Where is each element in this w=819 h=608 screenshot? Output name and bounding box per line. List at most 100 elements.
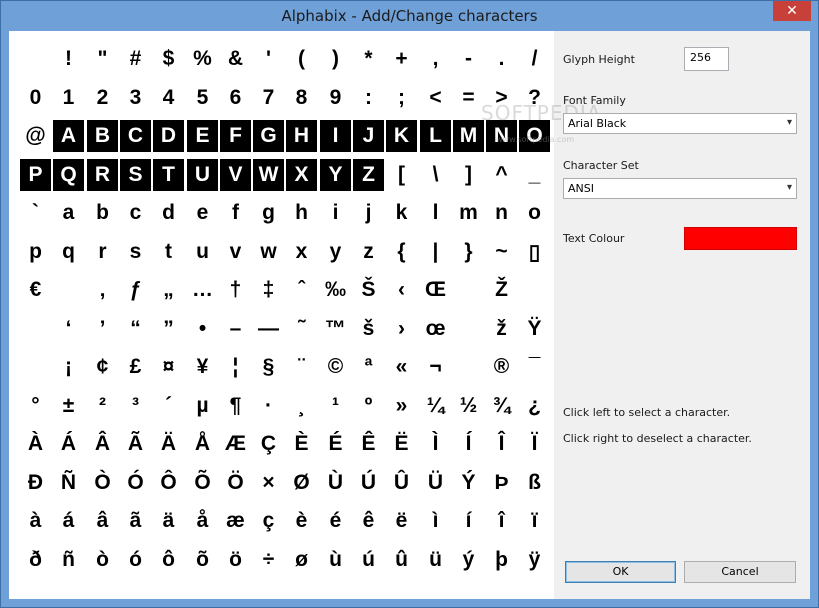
glyph-cell[interactable]: 8 <box>286 82 317 114</box>
font-family-select[interactable]: Arial Black ▾ <box>563 113 797 134</box>
glyph-cell[interactable]: _ <box>519 159 550 191</box>
glyph-cell[interactable]: K <box>386 120 417 152</box>
glyph-cell[interactable]: Æ <box>220 428 251 460</box>
glyph-cell[interactable]: | <box>420 236 451 268</box>
glyph-cell[interactable]: @ <box>20 120 51 152</box>
glyph-cell[interactable]: ' <box>253 43 284 75</box>
glyph-cell[interactable]: Ò <box>87 467 118 499</box>
glyph-cell[interactable]: ‰ <box>320 274 351 306</box>
glyph-cell[interactable]: 6 <box>220 82 251 114</box>
glyph-cell[interactable] <box>20 313 51 345</box>
glyph-cell[interactable]: 1 <box>53 82 84 114</box>
glyph-cell[interactable]: z <box>353 236 384 268</box>
glyph-cell[interactable]: ÿ <box>519 544 550 576</box>
glyph-cell[interactable]: € <box>20 274 51 306</box>
glyph-cell[interactable]: í <box>453 505 484 537</box>
glyph-cell[interactable]: Ù <box>320 467 351 499</box>
glyph-cell[interactable]: » <box>386 390 417 422</box>
glyph-cell[interactable]: \ <box>420 159 451 191</box>
glyph-cell[interactable]: U <box>187 159 218 191</box>
glyph-cell[interactable]: ] <box>453 159 484 191</box>
glyph-cell[interactable]: · <box>253 390 284 422</box>
ok-button[interactable]: OK <box>565 561 676 583</box>
glyph-cell[interactable]: À <box>20 428 51 460</box>
glyph-cell[interactable]: ¾ <box>486 390 517 422</box>
glyph-cell[interactable]: h <box>286 197 317 229</box>
glyph-cell[interactable]: 7 <box>253 82 284 114</box>
glyph-cell[interactable]: ó <box>120 544 151 576</box>
glyph-cell[interactable]: j <box>353 197 384 229</box>
glyph-cell[interactable]: o <box>519 197 550 229</box>
glyph-cell[interactable]: : <box>353 82 384 114</box>
glyph-cell[interactable]: Ì <box>420 428 451 460</box>
glyph-cell[interactable]: Í <box>453 428 484 460</box>
glyph-cell[interactable]: E <box>187 120 218 152</box>
glyph-cell[interactable]: B <box>87 120 118 152</box>
glyph-cell[interactable]: ÷ <box>253 544 284 576</box>
glyph-cell[interactable]: ý <box>453 544 484 576</box>
glyph-cell[interactable]: # <box>120 43 151 75</box>
glyph-cell[interactable]: “ <box>120 313 151 345</box>
close-button[interactable]: ✕ <box>773 1 811 21</box>
glyph-cell[interactable]: a <box>53 197 84 229</box>
glyph-cell[interactable]: à <box>20 505 51 537</box>
glyph-cell[interactable]: ö <box>220 544 251 576</box>
glyph-cell[interactable]: ¼ <box>420 390 451 422</box>
glyph-cell[interactable]: l <box>420 197 451 229</box>
glyph-cell[interactable]: g <box>253 197 284 229</box>
glyph-cell[interactable]: Ï <box>519 428 550 460</box>
glyph-cell[interactable]: Ý <box>453 467 484 499</box>
glyph-cell[interactable]: ¶ <box>220 390 251 422</box>
glyph-cell[interactable]: æ <box>220 505 251 537</box>
glyph-cell[interactable]: ’ <box>87 313 118 345</box>
glyph-cell[interactable]: n <box>486 197 517 229</box>
glyph-cell[interactable]: ® <box>486 351 517 383</box>
glyph-cell[interactable]: 9 <box>320 82 351 114</box>
glyph-cell[interactable]: + <box>386 43 417 75</box>
glyph-cell[interactable]: 2 <box>87 82 118 114</box>
glyph-cell[interactable]: ˆ <box>286 274 317 306</box>
glyph-cell[interactable]: Å <box>187 428 218 460</box>
glyph-cell[interactable]: Þ <box>486 467 517 499</box>
glyph-cell[interactable]: % <box>187 43 218 75</box>
glyph-cell[interactable]: Ú <box>353 467 384 499</box>
glyph-cell[interactable]: Q <box>53 159 84 191</box>
glyph-cell[interactable]: × <box>253 467 284 499</box>
glyph-cell[interactable]: = <box>453 82 484 114</box>
glyph-cell[interactable]: † <box>220 274 251 306</box>
glyph-cell[interactable]: — <box>253 313 284 345</box>
glyph-cell[interactable]: - <box>453 43 484 75</box>
glyph-cell[interactable]: $ <box>153 43 184 75</box>
glyph-cell[interactable]: F <box>220 120 251 152</box>
glyph-cell[interactable]: Ü <box>420 467 451 499</box>
glyph-cell[interactable]: ë <box>386 505 417 537</box>
glyph-cell[interactable]: { <box>386 236 417 268</box>
glyph-cell[interactable]: Ñ <box>53 467 84 499</box>
glyph-cell[interactable]: J <box>353 120 384 152</box>
glyph-cell[interactable]: ¸ <box>286 390 317 422</box>
glyph-cell[interactable]: Ö <box>220 467 251 499</box>
glyph-cell[interactable]: b <box>87 197 118 229</box>
glyph-cell[interactable]: è <box>286 505 317 537</box>
glyph-cell[interactable]: ô <box>153 544 184 576</box>
glyph-cell[interactable]: Y <box>320 159 351 191</box>
glyph-cell[interactable]: ¦ <box>220 351 251 383</box>
character-set-select[interactable]: ANSI ▾ <box>563 178 797 199</box>
glyph-cell[interactable]: œ <box>420 313 451 345</box>
glyph-cell[interactable]: ê <box>353 505 384 537</box>
glyph-cell[interactable]: . <box>486 43 517 75</box>
glyph-cell[interactable]: v <box>220 236 251 268</box>
glyph-cell[interactable]: L <box>420 120 451 152</box>
glyph-cell[interactable]: u <box>187 236 218 268</box>
glyph-cell[interactable]: / <box>519 43 550 75</box>
glyph-cell[interactable]: • <box>187 313 218 345</box>
glyph-cell[interactable]: ƒ <box>120 274 151 306</box>
glyph-cell[interactable]: î <box>486 505 517 537</box>
glyph-cell[interactable]: ã <box>120 505 151 537</box>
glyph-cell[interactable]: ` <box>20 197 51 229</box>
glyph-cell[interactable]: Š <box>353 274 384 306</box>
glyph-cell[interactable]: C <box>120 120 151 152</box>
glyph-cell[interactable]: „ <box>153 274 184 306</box>
glyph-cell[interactable]: Î <box>486 428 517 460</box>
glyph-cell[interactable]: › <box>386 313 417 345</box>
